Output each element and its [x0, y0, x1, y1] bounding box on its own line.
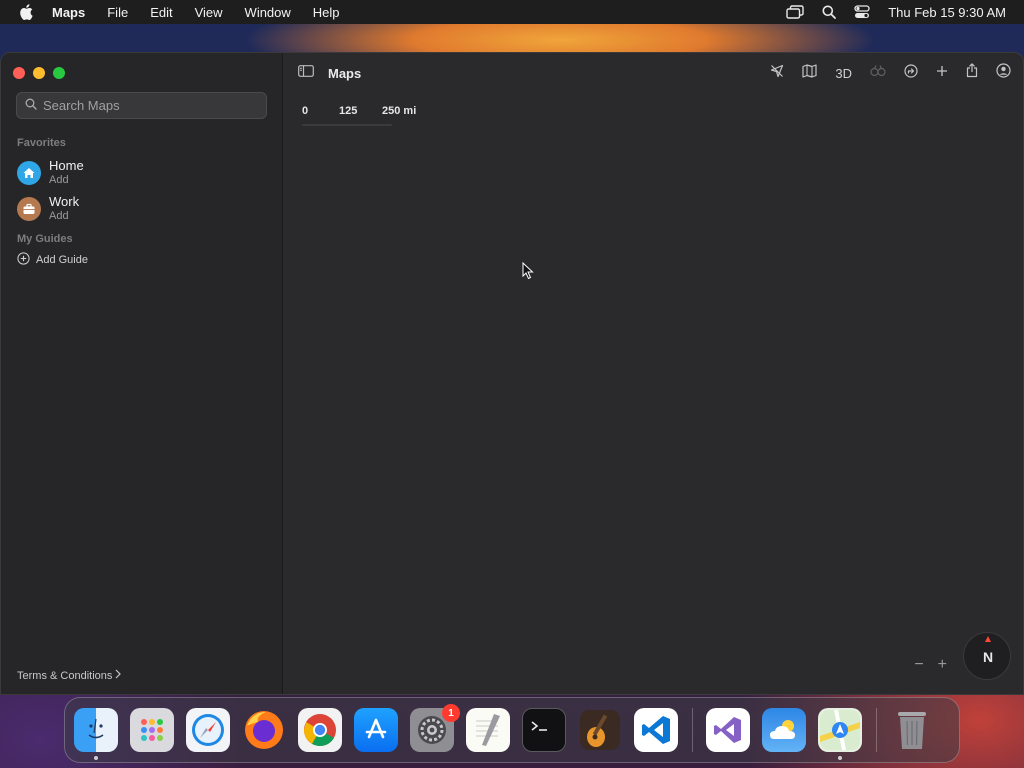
location-off-icon[interactable]: [770, 64, 784, 83]
weather-icon[interactable]: [762, 708, 806, 752]
textedit-icon[interactable]: [466, 708, 510, 752]
apple-menu-icon[interactable]: [18, 4, 34, 20]
scale-zero: 0: [302, 105, 309, 117]
add-icon[interactable]: [936, 64, 948, 82]
minimize-button[interactable]: [33, 67, 45, 79]
launchpad-icon[interactable]: [130, 708, 174, 752]
visual-studio-icon[interactable]: [706, 708, 750, 752]
briefcase-icon: [17, 197, 41, 221]
favorite-home-label: Home: [49, 158, 84, 173]
window-title: Maps: [328, 65, 362, 81]
plus-circle-icon: [17, 252, 30, 268]
scale-mid: 125: [339, 105, 358, 117]
menu-bar: Maps File Edit View Window Help Thu Feb …: [0, 0, 1024, 24]
menu-help[interactable]: Help: [313, 5, 340, 20]
zoom-in-button[interactable]: +: [938, 656, 947, 674]
dock-separator: [692, 708, 693, 752]
settings-notification-badge: 1: [442, 704, 460, 722]
menu-view[interactable]: View: [195, 5, 223, 20]
garageband-icon[interactable]: [578, 708, 622, 752]
scale-end: 250 mi: [382, 105, 417, 117]
scale-bar: [302, 124, 392, 126]
chrome-icon[interactable]: [298, 708, 342, 752]
fullscreen-button[interactable]: [53, 67, 65, 79]
add-guide-button[interactable]: Add Guide: [17, 252, 88, 268]
favorite-work[interactable]: Work Add: [17, 195, 79, 223]
dock-separator-2: [876, 708, 877, 752]
compass[interactable]: N: [963, 632, 1011, 680]
add-guide-label: Add Guide: [36, 254, 88, 266]
app-store-icon[interactable]: [354, 708, 398, 752]
dock: 1: [64, 697, 960, 763]
close-button[interactable]: [13, 67, 25, 79]
mouse-cursor-icon: [522, 261, 534, 285]
map-canvas[interactable]: 0 125 250 mi − + N: [284, 93, 1023, 694]
terminal-icon[interactable]: [522, 708, 566, 752]
compass-north-label: N: [982, 649, 994, 665]
zoom-out-button[interactable]: −: [914, 656, 923, 674]
maps-running-indicator: [838, 756, 842, 760]
menu-file[interactable]: File: [107, 5, 128, 20]
maps-icon[interactable]: [818, 708, 862, 760]
control-center-icon[interactable]: [854, 5, 870, 19]
menu-clock[interactable]: Thu Feb 15 9:30 AM: [888, 5, 1006, 20]
3d-button[interactable]: 3D: [835, 66, 852, 81]
chevron-right-icon: [115, 669, 122, 682]
favorite-work-label: Work: [49, 194, 80, 209]
favorite-home-sub: Add: [49, 174, 69, 186]
finder-running-indicator: [94, 756, 98, 760]
trash-icon[interactable]: [890, 708, 934, 752]
favorite-work-sub: Add: [49, 210, 69, 222]
menu-app-maps[interactable]: Maps: [52, 5, 85, 20]
map-scale: 0 125 250 mi: [302, 105, 432, 126]
maps-window: Favorites Home Add Work Add My Guides: [0, 52, 1024, 695]
terms-label: Terms & Conditions: [17, 669, 113, 682]
search-icon: [25, 97, 37, 115]
share-icon[interactable]: [966, 63, 978, 83]
menu-edit[interactable]: Edit: [150, 5, 172, 20]
firefox-icon[interactable]: [242, 708, 286, 752]
account-icon[interactable]: [996, 63, 1011, 83]
terms-link[interactable]: Terms & Conditions: [17, 669, 122, 682]
sidebar-toggle-icon[interactable]: [298, 64, 314, 82]
vscode-icon[interactable]: [634, 708, 678, 752]
search-field[interactable]: [16, 92, 267, 119]
screen-mirroring-icon[interactable]: [786, 5, 804, 19]
my-guides-heading: My Guides: [17, 233, 73, 245]
look-around-icon[interactable]: [870, 64, 886, 83]
window-controls: [13, 67, 65, 79]
map-mode-icon[interactable]: [802, 63, 817, 83]
spotlight-search-icon[interactable]: [822, 5, 837, 19]
favorites-heading: Favorites: [17, 137, 66, 149]
toolbar: Maps 3D: [284, 53, 1023, 93]
zoom-controls: − +: [914, 656, 947, 674]
safari-icon[interactable]: [186, 708, 230, 752]
search-input[interactable]: [43, 98, 253, 113]
directions-icon[interactable]: [904, 63, 918, 83]
favorite-home[interactable]: Home Add: [17, 159, 84, 187]
sidebar: Favorites Home Add Work Add My Guides: [1, 53, 283, 694]
finder-icon[interactable]: [74, 708, 118, 760]
home-icon: [17, 161, 41, 185]
menu-window[interactable]: Window: [245, 5, 291, 20]
system-settings-icon[interactable]: 1: [410, 704, 460, 752]
